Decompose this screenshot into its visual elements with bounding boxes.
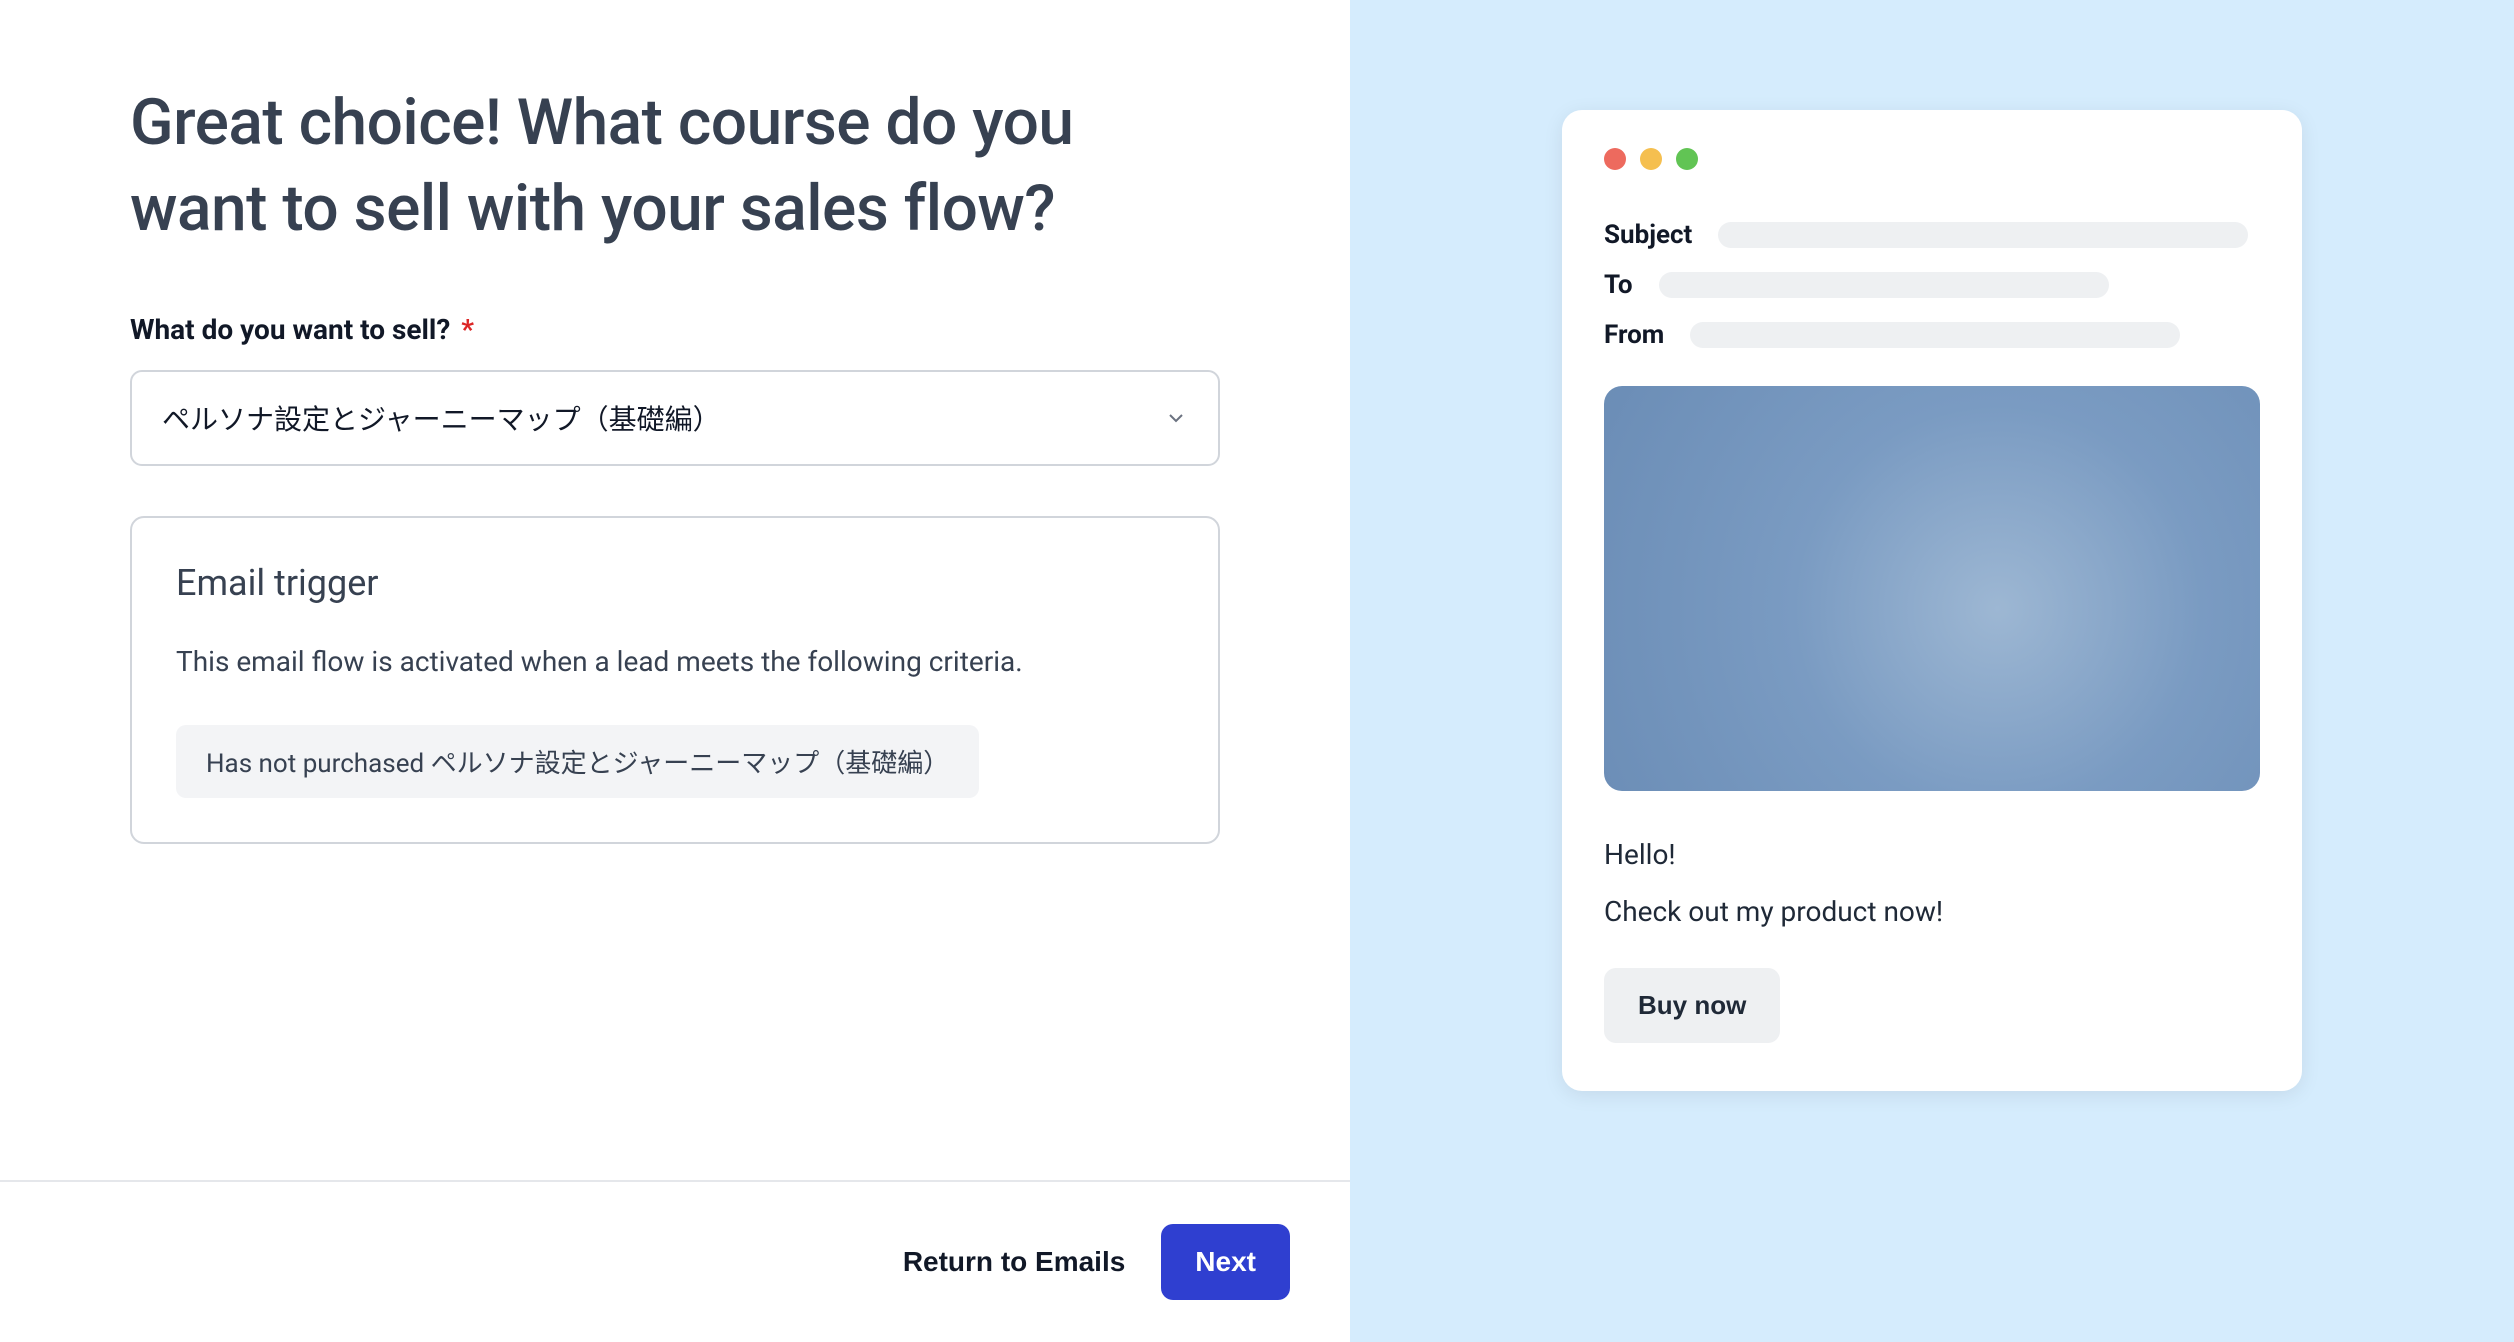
window-traffic-lights xyxy=(1604,148,2260,170)
trigger-condition-pill: Has not purchased ペルソナ設定とジャーニーマップ（基礎編） xyxy=(176,725,979,798)
traffic-light-yellow-icon xyxy=(1640,148,1662,170)
preview-pane: Subject To From Hello! Check out my prod… xyxy=(1350,0,2514,1342)
email-trigger-card: Email trigger This email flow is activat… xyxy=(130,516,1220,844)
preview-body-text: Check out my product now! xyxy=(1604,895,2260,928)
preview-to-placeholder xyxy=(1659,272,2109,298)
email-preview-window: Subject To From Hello! Check out my prod… xyxy=(1562,110,2302,1091)
footer-bar: Return to Emails Next xyxy=(0,1180,1350,1342)
traffic-light-red-icon xyxy=(1604,148,1626,170)
preview-buy-now-button[interactable]: Buy now xyxy=(1604,968,1780,1043)
course-select-value: ペルソナ設定とジャーニーマップ（基礎編） xyxy=(162,398,721,438)
page-title: Great choice! What course do you want to… xyxy=(130,80,1220,253)
preview-to-row: To xyxy=(1604,270,2260,300)
preview-from-placeholder xyxy=(1690,322,2180,348)
preview-subject-row: Subject xyxy=(1604,220,2260,250)
preview-subject-placeholder xyxy=(1718,222,2248,248)
preview-to-label: To xyxy=(1604,270,1633,300)
field-label: What do you want to sell? * xyxy=(130,313,1220,346)
preview-hero-image xyxy=(1604,386,2260,791)
required-asterisk: * xyxy=(461,313,474,346)
trigger-description: This email flow is activated when a lead… xyxy=(176,640,1174,685)
preview-from-label: From xyxy=(1604,320,1664,350)
preview-subject-label: Subject xyxy=(1604,220,1692,250)
preview-from-row: From xyxy=(1604,320,2260,350)
traffic-light-green-icon xyxy=(1676,148,1698,170)
next-button[interactable]: Next xyxy=(1161,1224,1290,1300)
field-label-text: What do you want to sell? xyxy=(130,313,450,346)
form-pane: Great choice! What course do you want to… xyxy=(0,0,1350,1342)
preview-greeting: Hello! xyxy=(1604,837,2260,873)
return-to-emails-button[interactable]: Return to Emails xyxy=(903,1246,1125,1278)
chevron-down-icon xyxy=(1164,406,1188,430)
trigger-title: Email trigger xyxy=(176,562,1174,604)
course-select[interactable]: ペルソナ設定とジャーニーマップ（基礎編） xyxy=(130,370,1220,466)
